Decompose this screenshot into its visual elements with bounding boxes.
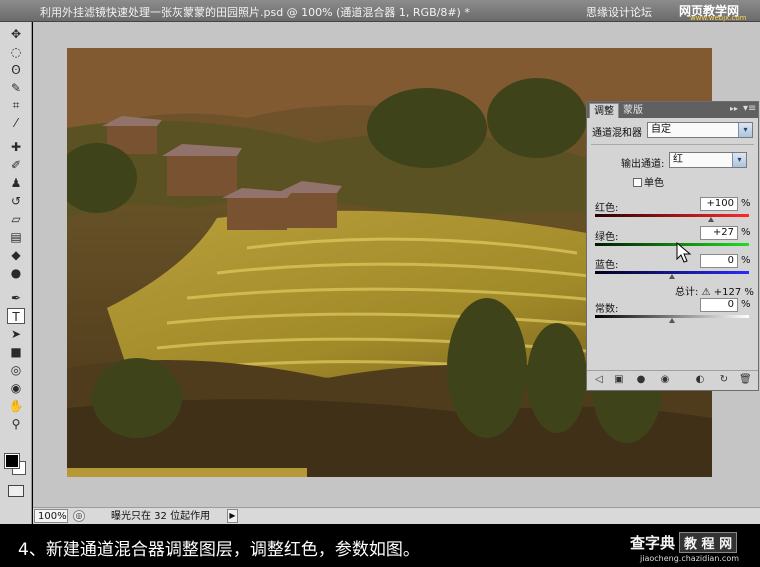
zoom-level-field[interactable]: 100%: [34, 509, 68, 523]
blur-tool-icon[interactable]: ◆: [7, 247, 25, 263]
slider-percent: %: [741, 299, 751, 310]
slider-percent: %: [741, 198, 751, 209]
channel-mixer-label: 通道混和器: [592, 128, 642, 139]
clip-layer-icon[interactable]: ●: [635, 374, 647, 386]
total-value: +127: [713, 287, 742, 298]
panel-divider: [591, 144, 754, 145]
total-readout: 总计: ⚠ +127 %: [675, 283, 754, 298]
checkbox-box[interactable]: [633, 178, 642, 187]
gradient-tool-icon[interactable]: ▤: [7, 229, 25, 245]
zoom-tool-icon[interactable]: ⚲: [7, 416, 25, 432]
navigator-icon[interactable]: ◎: [73, 510, 85, 522]
back-arrow-icon[interactable]: ◁: [593, 374, 605, 386]
foreground-color-swatch[interactable]: [4, 453, 20, 469]
slider-percent: %: [741, 255, 751, 266]
slider-label: 红色:: [595, 203, 619, 214]
monochrome-label: 单色: [644, 178, 664, 189]
visibility-eye-icon[interactable]: ◉: [659, 374, 671, 386]
path-select-icon[interactable]: ➤: [7, 326, 25, 342]
slider-thumb[interactable]: [708, 217, 714, 222]
total-label: 总计:: [675, 287, 699, 298]
3d-orbit-icon[interactable]: ◉: [7, 380, 25, 396]
clone-stamp-icon[interactable]: ♟: [7, 175, 25, 191]
dodge-tool-icon[interactable]: ●: [7, 265, 25, 281]
crop-tool-icon[interactable]: ⌗: [7, 97, 25, 113]
forum-watermark: 思缘设计论坛: [586, 6, 652, 19]
panel-tab-bar: 调整 蒙版 ▸▸ ▾≡: [587, 102, 758, 118]
slider-thumb[interactable]: [669, 274, 675, 279]
pen-tool-icon[interactable]: ✒: [7, 290, 25, 306]
monochrome-checkbox[interactable]: 单色: [633, 174, 664, 189]
panel-bottom-bar: ◁ ▣ ● ◉ ◐ ↻ 🗑: [587, 370, 758, 390]
slider-label: 蓝色:: [595, 260, 619, 271]
site-logo-main: 查字典: [630, 534, 676, 552]
site-logo-boxed: 教 程 网: [679, 532, 738, 553]
marquee-tool-icon[interactable]: ◌: [7, 44, 25, 60]
site-url-watermark: www.webjx.com: [690, 14, 747, 22]
mouse-cursor-icon: [676, 242, 692, 263]
type-tool-icon[interactable]: T: [7, 308, 25, 324]
tutorial-caption: 4、新建通道混合器调整图层，调整红色，参数如图。 查字典教 程 网 jiaoch…: [0, 524, 760, 567]
history-brush-icon[interactable]: ↺: [7, 193, 25, 209]
healing-brush-icon[interactable]: ✚: [7, 139, 25, 155]
shape-tool-icon[interactable]: ■: [7, 344, 25, 360]
site-logo-url: jiaocheng.chazidian.com: [640, 554, 740, 563]
slider-value-input[interactable]: +100: [700, 197, 738, 211]
status-bar: 100% ◎ 曝光只在 32 位起作用 ▶: [33, 507, 760, 524]
panel-menu-icon[interactable]: ▾≡: [743, 103, 756, 114]
site-logo: 查字典教 程 网: [630, 532, 738, 553]
view-previous-icon[interactable]: ◐: [694, 374, 706, 386]
quick-mask-button[interactable]: [8, 485, 24, 497]
slider-value-input[interactable]: +27: [700, 226, 738, 240]
document-title: 利用外挂滤镜快速处理一张灰蒙蒙的田园照片.psd @ 100% (通道混合器 1…: [40, 6, 470, 19]
tools-panel: ✥ ◌ ʘ ✎ ⌗ ⁄ ✚ ✐ ♟ ↺ ▱ ▤ ◆ ● ✒ T ➤ ■ ◎ ◉ ✋ ⚲: [0, 22, 32, 524]
slider-value-input[interactable]: 0: [700, 254, 738, 268]
slider-thumb[interactable]: [669, 318, 675, 323]
reset-icon[interactable]: ↻: [718, 374, 730, 386]
slider-label: 常数:: [595, 304, 619, 315]
output-channel-select[interactable]: 红 ▾: [669, 152, 747, 168]
move-tool-icon[interactable]: ✥: [7, 26, 25, 42]
brush-tool-icon[interactable]: ✐: [7, 157, 25, 173]
slider-percent: %: [741, 227, 751, 238]
status-menu-arrow-icon[interactable]: ▶: [227, 509, 238, 523]
caption-text: 4、新建通道混合器调整图层，调整红色，参数如图。: [18, 540, 420, 560]
chevron-down-icon: ▾: [732, 153, 746, 167]
3d-rotate-icon[interactable]: ◎: [7, 362, 25, 378]
output-channel-label: 输出通道:: [621, 159, 665, 170]
hand-tool-icon[interactable]: ✋: [7, 398, 25, 414]
quick-select-icon[interactable]: ✎: [7, 80, 25, 96]
eyedropper-icon[interactable]: ⁄: [7, 115, 25, 131]
status-info-text: 曝光只在 32 位起作用: [111, 511, 211, 522]
slider-track[interactable]: [595, 214, 749, 217]
chevron-down-icon: ▾: [738, 123, 752, 137]
slider-label: 绿色:: [595, 232, 619, 243]
total-percent: %: [744, 287, 754, 298]
preset-value: 自定: [651, 124, 671, 135]
preset-row: 通道混和器 自定 ▾: [587, 120, 758, 142]
preset-select[interactable]: 自定 ▾: [647, 122, 753, 138]
slider-value-input[interactable]: 0: [700, 298, 738, 312]
adjustments-panel: 调整 蒙版 ▸▸ ▾≡ 通道混和器 自定 ▾ 输出通道: 红 ▾ 单色 红色: +…: [586, 101, 759, 391]
output-channel-value: 红: [673, 154, 683, 165]
eraser-icon[interactable]: ▱: [7, 211, 25, 227]
collapse-panel-icon[interactable]: ▸▸: [730, 104, 738, 113]
window-title-bar: 利用外挂滤镜快速处理一张灰蒙蒙的田园照片.psd @ 100% (通道混合器 1…: [0, 0, 760, 22]
tab-masks[interactable]: 蒙版: [619, 103, 647, 118]
warning-icon: ⚠: [701, 287, 711, 298]
tab-adjustments[interactable]: 调整: [589, 103, 619, 118]
lasso-tool-icon[interactable]: ʘ: [7, 62, 25, 78]
expand-view-icon[interactable]: ▣: [613, 374, 625, 386]
trash-icon[interactable]: 🗑: [739, 374, 752, 386]
slider-track[interactable]: [595, 243, 749, 246]
